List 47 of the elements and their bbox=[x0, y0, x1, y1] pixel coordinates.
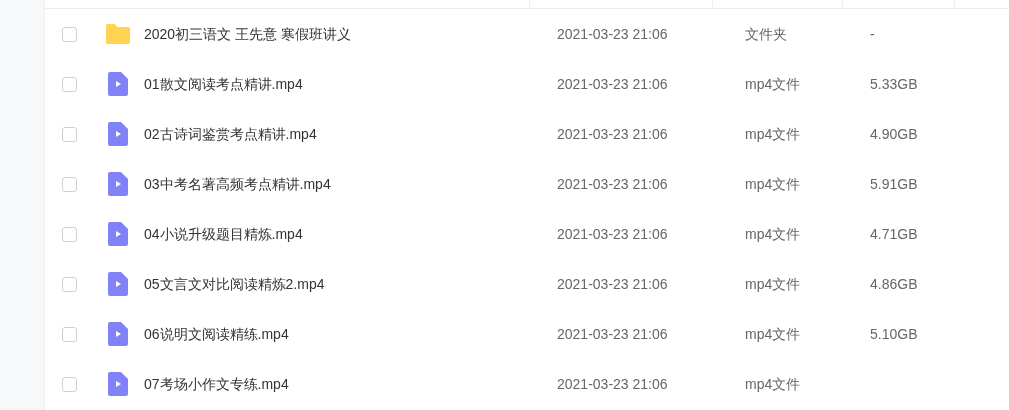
row-checkbox[interactable] bbox=[62, 176, 77, 192]
file-type: mp4文件 bbox=[745, 175, 801, 192]
file-size: 5.33GB bbox=[870, 75, 918, 92]
file-type: mp4文件 bbox=[745, 225, 801, 242]
video-file-icon bbox=[108, 172, 128, 196]
modified-date: 2021-03-23 21:06 bbox=[557, 125, 668, 142]
row-checkbox[interactable] bbox=[62, 126, 77, 142]
folder-icon bbox=[106, 24, 130, 44]
video-file-icon bbox=[108, 122, 128, 146]
modified-date: 2021-03-23 21:06 bbox=[557, 25, 668, 42]
file-type: 文件夹 bbox=[745, 25, 787, 42]
video-file-icon bbox=[108, 72, 128, 96]
file-name[interactable]: 03中考名著高频考点精讲.mp4 bbox=[144, 175, 331, 192]
row-checkbox[interactable] bbox=[62, 376, 77, 392]
modified-date: 2021-03-23 21:06 bbox=[557, 375, 668, 392]
modified-date: 2021-03-23 21:06 bbox=[557, 325, 668, 342]
row-checkbox[interactable] bbox=[62, 276, 77, 292]
file-size: 5.10GB bbox=[870, 325, 918, 342]
file-name[interactable]: 02古诗词鉴赏考点精讲.mp4 bbox=[144, 125, 317, 142]
file-name[interactable]: 05文言文对比阅读精炼2.mp4 bbox=[144, 275, 325, 292]
video-file-icon bbox=[108, 272, 128, 296]
file-size: 4.86GB bbox=[870, 275, 918, 292]
row-checkbox[interactable] bbox=[62, 76, 77, 92]
row-checkbox[interactable] bbox=[62, 26, 77, 42]
file-size: 5.91GB bbox=[870, 175, 918, 192]
file-type: mp4文件 bbox=[745, 325, 801, 342]
file-type: mp4文件 bbox=[745, 375, 801, 392]
file-name[interactable]: 2020初三语文 王先意 寒假班讲义 bbox=[144, 25, 351, 42]
video-file-icon bbox=[108, 372, 128, 396]
video-file-icon bbox=[108, 322, 128, 346]
file-type: mp4文件 bbox=[745, 75, 801, 92]
file-name[interactable]: 01散文阅读考点精讲.mp4 bbox=[144, 75, 303, 92]
video-file-icon bbox=[108, 222, 128, 246]
row-checkbox[interactable] bbox=[62, 326, 77, 342]
file-type: mp4文件 bbox=[745, 275, 801, 292]
file-name[interactable]: 07考场小作文专练.mp4 bbox=[144, 375, 289, 392]
file-name[interactable]: 06说明文阅读精练.mp4 bbox=[144, 325, 289, 342]
row-checkbox[interactable] bbox=[62, 226, 77, 242]
modified-date: 2021-03-23 21:06 bbox=[557, 275, 668, 292]
modified-date: 2021-03-23 21:06 bbox=[557, 225, 668, 242]
file-size: 4.90GB bbox=[870, 125, 918, 142]
file-size: 4.71GB bbox=[870, 225, 918, 242]
file-name[interactable]: 04小说升级题目精炼.mp4 bbox=[144, 225, 303, 242]
modified-date: 2021-03-23 21:06 bbox=[557, 75, 668, 92]
file-size: - bbox=[870, 25, 875, 42]
modified-date: 2021-03-23 21:06 bbox=[557, 175, 668, 192]
file-type: mp4文件 bbox=[745, 125, 801, 142]
